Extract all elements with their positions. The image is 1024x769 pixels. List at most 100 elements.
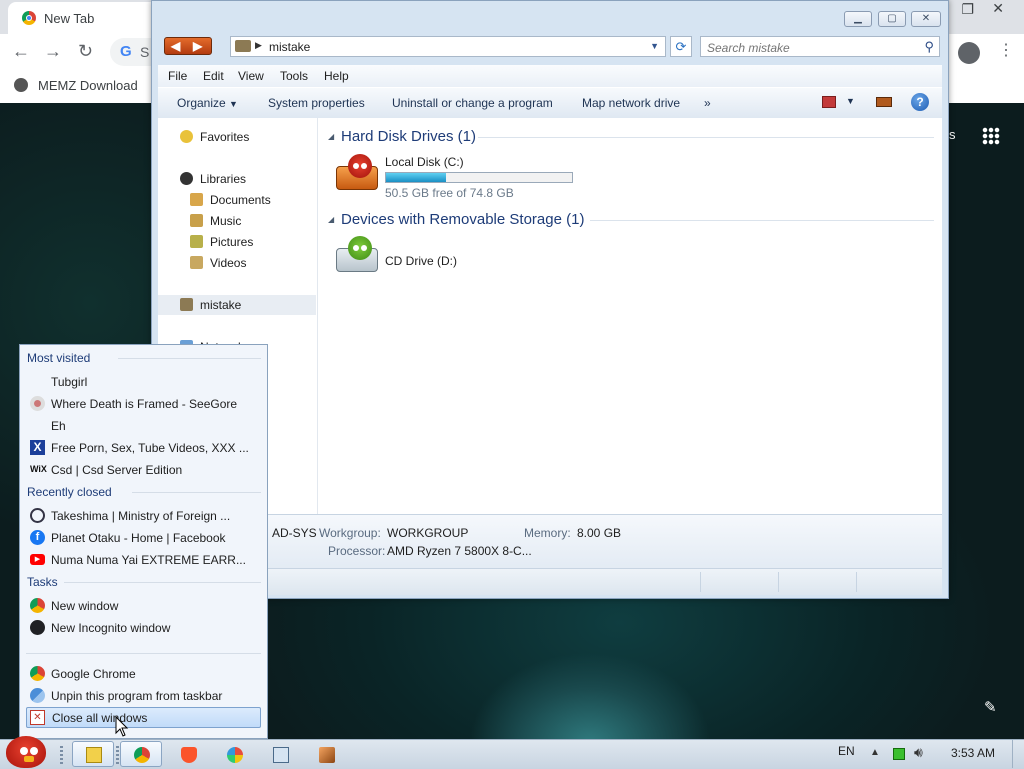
group-hard-disk-drives[interactable]: ◢ Hard Disk Drives (1) bbox=[318, 127, 938, 147]
menu-tools[interactable]: Tools bbox=[280, 69, 308, 83]
local-disk-name[interactable]: Local Disk (C:) bbox=[385, 155, 464, 169]
jump-item-most-visited[interactable]: WiX Csd | Csd Server Edition bbox=[26, 459, 261, 480]
volume-icon[interactable]: 🔊︎ bbox=[914, 744, 923, 761]
jump-item-unpin[interactable]: Unpin this program from taskbar bbox=[26, 685, 261, 706]
apps-grid-icon[interactable] bbox=[982, 127, 1000, 145]
taskbar-chrome[interactable] bbox=[120, 741, 162, 767]
profile-avatar-icon[interactable] bbox=[958, 42, 980, 64]
workgroup-label: Workgroup: bbox=[319, 526, 381, 540]
taskbar-explorer[interactable] bbox=[72, 741, 114, 767]
back-arrow-icon[interactable]: ← bbox=[12, 41, 30, 62]
memory-label: Memory: bbox=[524, 526, 571, 540]
language-indicator[interactable]: EN bbox=[838, 744, 855, 758]
taskbar-brave[interactable] bbox=[167, 741, 209, 767]
kebab-menu-icon[interactable]: ⋮ bbox=[998, 40, 1014, 60]
jump-item-close-all-windows[interactable]: ✕ Close all windows bbox=[26, 707, 261, 728]
help-icon[interactable]: ? bbox=[911, 93, 929, 111]
task-new-window[interactable]: New window bbox=[26, 595, 261, 616]
collapse-triangle-icon[interactable]: ◢ bbox=[328, 215, 334, 224]
group-divider bbox=[478, 137, 934, 138]
start-button[interactable] bbox=[2, 734, 48, 768]
back-forward-buttons[interactable]: ◀ ▶ bbox=[164, 37, 212, 55]
address-text: mistake bbox=[269, 40, 311, 54]
close-button[interactable]: ✕ bbox=[911, 11, 941, 27]
jump-item-label: Tubgirl bbox=[51, 375, 88, 389]
taskbar-app[interactable] bbox=[213, 741, 255, 767]
view-dropdown-icon[interactable]: ▼ bbox=[846, 96, 855, 106]
change-view-icon[interactable] bbox=[822, 96, 836, 108]
organize-button[interactable]: Organize ▼ bbox=[177, 96, 238, 110]
system-properties-button[interactable]: System properties bbox=[268, 96, 365, 110]
nav-favorites[interactable]: Favorites bbox=[158, 127, 316, 147]
explorer-titlebar[interactable]: ▁ ▢ ✕ bbox=[152, 1, 948, 35]
nav-pictures[interactable]: Pictures bbox=[158, 232, 316, 252]
tasks-header: Tasks bbox=[27, 575, 58, 589]
close-icon[interactable]: ✕ bbox=[992, 0, 1004, 17]
collapse-triangle-icon[interactable]: ◢ bbox=[328, 132, 334, 141]
jump-item-recently-closed[interactable]: Takeshima | Ministry of Foreign ... bbox=[26, 505, 261, 526]
address-dropdown-icon[interactable]: ▼ bbox=[650, 41, 659, 51]
taskbar-grip[interactable] bbox=[60, 746, 63, 764]
jump-item-most-visited[interactable]: X Free Porn, Sex, Tube Videos, XXX ... bbox=[26, 437, 261, 458]
show-desktop-button[interactable] bbox=[1012, 740, 1024, 768]
header-divider bbox=[132, 492, 261, 493]
jump-item-most-visited[interactable]: Eh bbox=[26, 415, 261, 436]
more-commands-button[interactable]: » bbox=[704, 96, 711, 110]
nav-documents-label: Documents bbox=[210, 193, 271, 207]
jump-item-label: Takeshima | Ministry of Foreign ... bbox=[51, 509, 231, 523]
restore-icon[interactable]: ❐ bbox=[961, 1, 974, 18]
chrome-tab-new-tab[interactable]: New Tab bbox=[8, 2, 158, 34]
network-icon[interactable] bbox=[893, 748, 905, 760]
minimize-button[interactable]: ▁ bbox=[844, 11, 872, 27]
menu-edit[interactable]: Edit bbox=[203, 69, 224, 83]
bookmark-memz-download[interactable]: MEMZ Download bbox=[38, 78, 138, 93]
reload-icon[interactable]: ↻ bbox=[78, 41, 93, 62]
uninstall-program-button[interactable]: Uninstall or change a program bbox=[392, 96, 553, 110]
clock[interactable]: 3:53 AM bbox=[951, 746, 995, 760]
address-bar[interactable]: ▶ mistake ▼ bbox=[230, 36, 666, 57]
cd-drive-name[interactable]: CD Drive (D:) bbox=[385, 254, 457, 268]
maximize-button[interactable]: ▢ bbox=[878, 11, 906, 27]
search-icon[interactable]: ⚲ bbox=[924, 39, 934, 55]
pen-icon[interactable]: ✎ bbox=[984, 698, 997, 716]
angry-bird-start-icon bbox=[6, 736, 46, 768]
nav-documents[interactable]: Documents bbox=[158, 190, 316, 210]
taskbar-paint[interactable] bbox=[305, 741, 347, 767]
jump-item-label: Csd | Csd Server Edition bbox=[51, 463, 183, 477]
seegore-favicon-icon bbox=[30, 396, 45, 411]
search-box[interactable]: ⚲ bbox=[700, 36, 940, 57]
back-arrow-icon[interactable]: ◀ bbox=[171, 39, 180, 53]
recently-closed-header: Recently closed bbox=[27, 485, 112, 499]
search-input[interactable] bbox=[705, 38, 909, 57]
map-network-drive-button[interactable]: Map network drive bbox=[582, 96, 680, 110]
forward-arrow-icon[interactable]: ▶ bbox=[193, 39, 202, 53]
chrome-ntp-link-partial[interactable]: s bbox=[949, 127, 956, 142]
jump-item-most-visited[interactable]: Tubgirl bbox=[26, 371, 261, 392]
menu-file[interactable]: File bbox=[168, 69, 187, 83]
group-removable-storage[interactable]: ◢ Devices with Removable Storage (1) bbox=[318, 210, 938, 230]
taskbar-grip[interactable] bbox=[116, 746, 119, 764]
nav-music[interactable]: Music bbox=[158, 211, 316, 231]
local-disk-icon[interactable] bbox=[334, 154, 380, 194]
explorer-body: Favorites Libraries Documents Music Pict… bbox=[158, 118, 942, 514]
jump-item-recently-closed[interactable]: ▶ Numa Numa Yai EXTREME EARR... bbox=[26, 549, 261, 570]
taskbar-computer[interactable] bbox=[259, 741, 301, 767]
jump-item-recently-closed[interactable]: f Planet Otaku - Home | Facebook bbox=[26, 527, 261, 548]
nav-libraries[interactable]: Libraries bbox=[158, 169, 316, 189]
bookmark-favicon-icon bbox=[14, 78, 28, 92]
forward-arrow-icon[interactable]: → bbox=[44, 41, 62, 62]
preview-pane-icon[interactable] bbox=[876, 97, 892, 107]
jump-item-most-visited[interactable]: Where Death is Framed - SeeGore bbox=[26, 393, 261, 414]
refresh-button[interactable]: ⟳ bbox=[670, 36, 692, 57]
header-divider bbox=[64, 582, 261, 583]
nav-videos[interactable]: Videos bbox=[158, 253, 316, 273]
menu-view[interactable]: View bbox=[238, 69, 264, 83]
menu-help[interactable]: Help bbox=[324, 69, 349, 83]
cd-drive-icon[interactable] bbox=[334, 236, 380, 276]
breadcrumb-arrow-icon[interactable]: ▶ bbox=[255, 40, 262, 51]
computer-icon bbox=[235, 40, 251, 52]
jump-item-google-chrome[interactable]: Google Chrome bbox=[26, 663, 261, 684]
nav-computer[interactable]: mistake bbox=[158, 295, 316, 315]
show-hidden-icons-icon[interactable]: ▲ bbox=[870, 747, 880, 758]
task-new-incognito-window[interactable]: New Incognito window bbox=[26, 617, 261, 638]
